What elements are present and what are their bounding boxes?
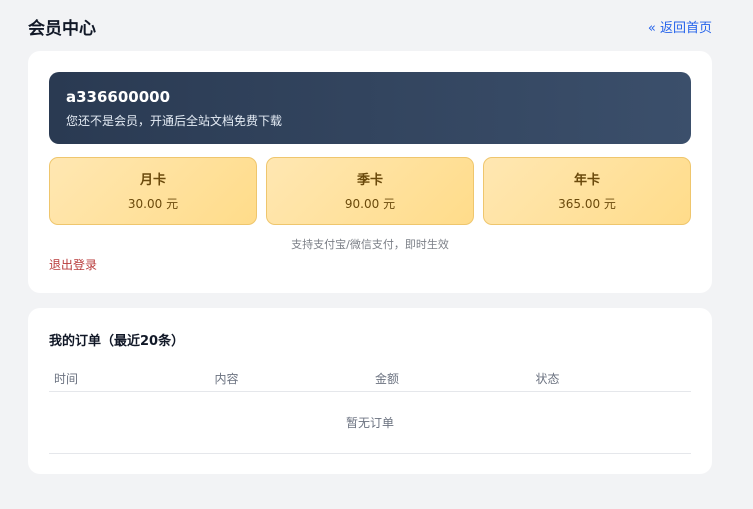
- plan-price: 30.00 元: [127, 197, 179, 211]
- plan-yearly[interactable]: 年卡 365.00 元: [483, 157, 691, 225]
- orders-table: 时间 内容 金额 状态 暂无订单: [49, 366, 691, 454]
- orders-card: 我的订单（最近20条） 时间 内容 金额 状态 暂无订单: [28, 308, 712, 474]
- plan-price: 90.00 元: [344, 197, 396, 211]
- column-time: 时间: [54, 372, 79, 386]
- back-to-home-link[interactable]: « 返回首页: [648, 17, 712, 36]
- plan-name: 年卡: [573, 173, 600, 188]
- page-title: 会员中心: [28, 19, 96, 39]
- column-amount: 金额: [375, 372, 400, 386]
- plan-name: 季卡: [356, 173, 383, 188]
- membership-card: a336600000 您还不是会员，开通后全站文档免费下载 月卡 30.00 元…: [28, 51, 712, 293]
- plan-monthly[interactable]: 月卡 30.00 元: [49, 157, 257, 225]
- plan-quarterly[interactable]: 季卡 90.00 元: [266, 157, 474, 225]
- column-content: 内容: [214, 372, 239, 386]
- plan-price: 365.00 元: [558, 197, 616, 211]
- user-banner: a336600000 您还不是会员，开通后全站文档免费下载: [49, 72, 691, 144]
- payment-note: 支持支付宝/微信支付，即时生效: [291, 238, 449, 251]
- orders-table-header: 时间 内容 金额 状态: [49, 366, 691, 392]
- membership-status-note: 您还不是会员，开通后全站文档免费下载: [66, 114, 283, 128]
- plan-name: 月卡: [139, 173, 166, 188]
- orders-title: 我的订单（最近20条）: [49, 334, 185, 349]
- username: a336600000: [66, 88, 171, 106]
- logout-link[interactable]: 退出登录: [49, 256, 97, 273]
- column-status: 状态: [535, 372, 560, 386]
- plan-options: 月卡 30.00 元 季卡 90.00 元 年卡 365.00 元: [49, 157, 691, 225]
- orders-empty-state: 暂无订单: [49, 392, 691, 454]
